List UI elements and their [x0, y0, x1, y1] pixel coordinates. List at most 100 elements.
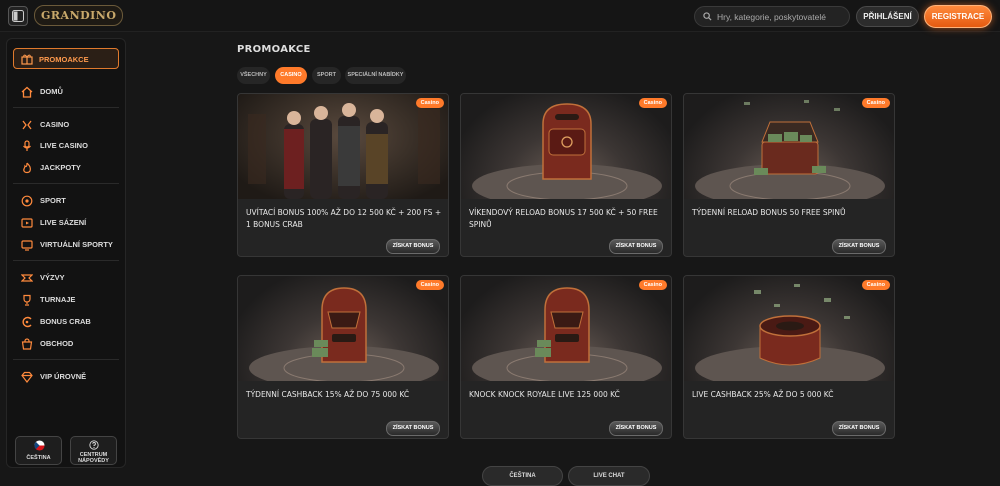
tab-casino[interactable]: CASINO: [275, 67, 307, 84]
promo-title: TÝDENNÍ RELOAD BONUS 50 FREE SPINŮ: [692, 208, 846, 217]
footer-language-button[interactable]: ČEŠTINA: [482, 466, 563, 486]
sidebar-item-label: OBCHOD: [40, 339, 74, 348]
promo-image: [684, 276, 894, 390]
promo-card[interactable]: Casino TÝDENNÍ RELOAD BONUS 50 FREE SPIN…: [683, 93, 895, 257]
ball-icon: [21, 195, 33, 207]
casino-icon: [22, 120, 32, 130]
sidebar-item-label: TURNAJE: [40, 295, 76, 304]
czech-flag-icon: [34, 440, 45, 451]
help-label-line2: NÁPOVĚDY: [78, 458, 109, 464]
sidebar-toggle-icon: [12, 10, 24, 22]
promo-image: [684, 94, 894, 208]
sidebar-item-live-casino[interactable]: LIVE CASINO: [21, 138, 121, 154]
sidebar-item-vyzvy[interactable]: VÝZVY: [21, 270, 121, 286]
sidebar-item-bonus-crab[interactable]: BONUS CRAB: [21, 314, 121, 330]
live-casino-icon: [23, 140, 31, 151]
gift-icon: [21, 54, 33, 65]
roulette-illustration: [695, 284, 885, 390]
category-badge: Casino: [861, 98, 890, 108]
sidebar-item-promoakce[interactable]: PROMOAKCE: [13, 48, 119, 69]
jackpot-icon: [23, 162, 31, 174]
promo-image: [461, 94, 671, 208]
page-title: PROMOAKCE: [237, 44, 311, 55]
sidebar-item-label: SPORT: [40, 196, 66, 205]
get-bonus-button[interactable]: ZÍSKAT BONUS: [609, 421, 663, 436]
category-badge: Casino: [638, 98, 667, 108]
category-badge: Casino: [638, 280, 667, 290]
sidebar-item-label: DOMŮ: [40, 87, 63, 96]
sidebar-item-domu[interactable]: DOMŮ: [21, 84, 121, 100]
cash-machine-illustration: [249, 287, 439, 390]
sidebar-item-label: CASINO: [40, 120, 70, 129]
sidebar-item-live-sazeni[interactable]: LIVE SÁZENÍ: [21, 215, 121, 231]
promo-card[interactable]: Casino UVÍTACÍ BONUS 100% AŽ DO 12 500 K…: [237, 93, 449, 257]
sidebar-divider: [13, 260, 119, 261]
shop-icon: [21, 338, 33, 350]
promo-title: TÝDENNÍ CASHBACK 15% AŽ DO 75 000 KČ: [246, 390, 410, 399]
category-badge: Casino: [415, 98, 444, 108]
help-icon: [89, 440, 99, 450]
get-bonus-button[interactable]: ZÍSKAT BONUS: [386, 421, 440, 436]
brand-logo[interactable]: GRANDINO: [34, 5, 124, 26]
help-center-button[interactable]: CENTRUM NÁPOVĚDY: [70, 436, 117, 465]
sidebar-item-label: VIRTUÁLNÍ SPORTY: [40, 240, 113, 249]
sidebar-item-label: JACKPOTY: [40, 163, 81, 172]
live-chat-button[interactable]: LIVE CHAT: [568, 466, 650, 486]
sidebar-item-obchod[interactable]: OBCHOD: [21, 336, 121, 352]
get-bonus-button[interactable]: ZÍSKAT BONUS: [832, 239, 886, 254]
sidebar-item-turnaje[interactable]: TURNAJE: [21, 292, 121, 308]
get-bonus-button[interactable]: ZÍSKAT BONUS: [832, 421, 886, 436]
login-button[interactable]: PŘIHLÁŠENÍ: [856, 6, 919, 27]
sidebar-item-label: BONUS CRAB: [40, 317, 91, 326]
sidebar-item-vip-urovne[interactable]: VIP ÚROVNĚ: [21, 369, 121, 385]
sidebar-divider: [13, 183, 119, 184]
sidebar-item-label: VIP ÚROVNĚ: [40, 372, 87, 381]
promo-title: VÍKENDOVÝ RELOAD BONUS 17 500 KČ + 50 FR…: [469, 208, 658, 229]
get-bonus-button[interactable]: ZÍSKAT BONUS: [609, 239, 663, 254]
promo-card[interactable]: Casino LIVE CASHBACK 25% AŽ DO 5 000 KČ …: [683, 275, 895, 439]
top-bar: GRANDINO PŘIHLÁŠENÍ REGISTRACE: [0, 0, 1000, 32]
sidebar-item-virtualni-sporty[interactable]: VIRTUÁLNÍ SPORTY: [21, 237, 121, 253]
sidebar-item-sport[interactable]: SPORT: [21, 193, 121, 209]
search-input[interactable]: [717, 9, 845, 24]
category-badge: Casino: [861, 280, 890, 290]
promo-title: LIVE CASHBACK 25% AŽ DO 5 000 KČ: [692, 390, 834, 399]
diamond-icon: [21, 371, 33, 383]
sidebar-item-label: VÝZVY: [40, 273, 65, 282]
tab-sport[interactable]: SPORT: [312, 67, 341, 84]
money-chest-illustration: [695, 100, 885, 208]
promo-card[interactable]: Casino VÍKENDOVÝ RELOAD BONUS 17 500 KČ …: [460, 93, 672, 257]
sidebar-divider: [13, 359, 119, 360]
promo-card[interactable]: Casino TÝDENNÍ CASHBACK 15% AŽ DO 75 000…: [237, 275, 449, 439]
search-box[interactable]: [694, 6, 850, 27]
register-button[interactable]: REGISTRACE: [924, 5, 992, 28]
promo-title: KNOCK KNOCK ROYALE LIVE 125 000 KČ: [469, 390, 620, 399]
sidebar-item-label: LIVE SÁZENÍ: [40, 218, 87, 227]
promo-image: [238, 276, 448, 390]
challenge-icon: [21, 274, 33, 282]
promo-image: [238, 94, 448, 199]
tab-specialni-nabidky[interactable]: SPECIÁLNÍ NABÍDKY: [345, 67, 406, 84]
promo-image: [461, 276, 671, 390]
search-icon: [703, 12, 712, 21]
sidebar-divider: [13, 107, 119, 108]
tab-vsechny[interactable]: VŠECHNY: [237, 67, 270, 84]
promo-title: UVÍTACÍ BONUS 100% AŽ DO 12 500 KČ + 200…: [246, 208, 442, 229]
live-bet-icon: [21, 218, 33, 228]
sidebar-item-label: PROMOAKCE: [39, 55, 89, 64]
category-badge: Casino: [415, 280, 444, 290]
trophy-icon: [23, 294, 31, 306]
cash-machine-illustration: [472, 287, 662, 390]
sidebar: PROMOAKCE DOMŮ CASINO LIVE CASINO JACKPO…: [6, 38, 126, 468]
sidebar-toggle-button[interactable]: [8, 6, 28, 26]
get-bonus-button[interactable]: ZÍSKAT BONUS: [386, 239, 440, 254]
language-button[interactable]: ČEŠTINA: [15, 436, 62, 465]
crab-icon: [22, 316, 32, 328]
premium-box-illustration: [472, 103, 662, 208]
sidebar-item-jackpoty[interactable]: JACKPOTY: [21, 160, 121, 176]
sidebar-item-casino[interactable]: CASINO: [21, 117, 121, 133]
promo-card[interactable]: Casino KNOCK KNOCK ROYALE LIVE 125 000 K…: [460, 275, 672, 439]
virtual-sport-icon: [21, 240, 33, 251]
sidebar-item-label: LIVE CASINO: [40, 141, 88, 150]
language-label: ČEŠTINA: [26, 455, 51, 461]
